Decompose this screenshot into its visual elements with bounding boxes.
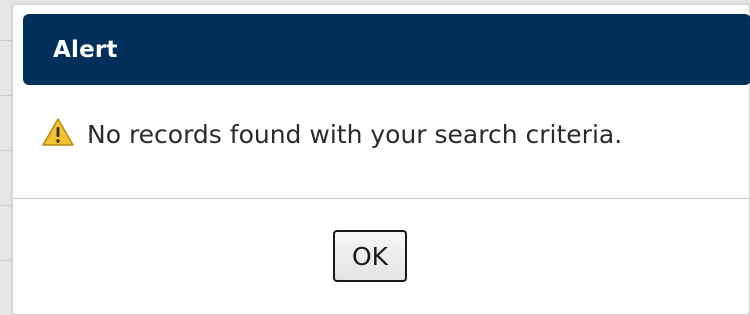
dialog-divider xyxy=(13,198,749,199)
warning-icon xyxy=(41,117,75,147)
alert-dialog: Alert No records found with your search … xyxy=(12,4,750,315)
dialog-titlebar: Alert xyxy=(23,14,750,85)
ok-button[interactable]: OK xyxy=(333,230,407,282)
dialog-title: Alert xyxy=(53,36,118,63)
alert-message: No records found with your search criter… xyxy=(87,120,623,149)
message-row: No records found with your search criter… xyxy=(41,117,623,149)
